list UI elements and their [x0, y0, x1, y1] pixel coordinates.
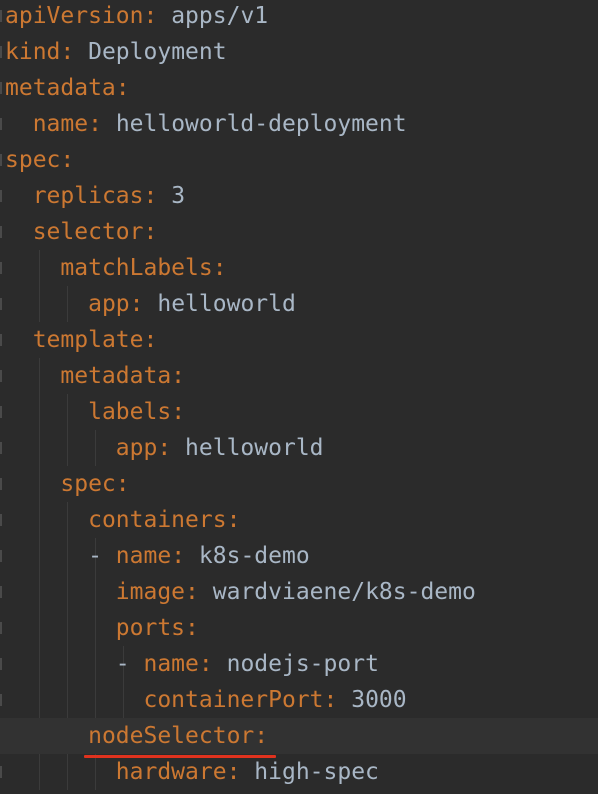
key-colon: :: [143, 3, 158, 29]
yaml-value: nodejs-port: [226, 651, 379, 677]
yaml-key: labels: [88, 399, 172, 425]
yaml-key: name: [115, 543, 172, 569]
key-colon: :: [171, 543, 186, 569]
code-line[interactable]: metadata:: [0, 70, 598, 106]
key-colon: :: [185, 579, 199, 605]
code-line[interactable]: replicas: 3: [0, 178, 598, 214]
code-line[interactable]: apiVersion: apps/v1: [0, 0, 598, 34]
yaml-key: name: [32, 111, 89, 137]
yaml-key: apiVersion: [5, 3, 144, 29]
code-line[interactable]: app: helloworld: [0, 286, 598, 322]
key-colon: :: [198, 651, 213, 677]
key-colon: :: [171, 363, 186, 389]
yaml-code-editor[interactable]: apiVersion: apps/v1 kind: Deployment metad…: [0, 0, 598, 794]
yaml-key: matchLabels: [60, 255, 213, 281]
yaml-value: helloworld-deployment: [115, 111, 407, 137]
error-underline: [84, 755, 276, 758]
yaml-key: selector: [32, 219, 144, 245]
code-line[interactable]: nodeSelector:: [0, 718, 598, 754]
key-colon: :: [226, 759, 241, 785]
yaml-key: image: [115, 579, 186, 605]
key-colon: :: [143, 327, 158, 353]
yaml-key: replicas: [32, 183, 144, 209]
code-line[interactable]: metadata:: [0, 358, 598, 394]
code-line[interactable]: containers:: [0, 502, 598, 538]
key-colon: :: [115, 75, 130, 101]
key-colon: :: [212, 255, 227, 281]
yaml-key: ports: [115, 615, 186, 641]
yaml-value: 3000: [351, 687, 407, 713]
yaml-value: 3: [171, 183, 186, 209]
code-line[interactable]: app: helloworld: [0, 430, 598, 466]
key-colon: :: [60, 147, 75, 173]
yaml-value: wardviaene/k8s-demo: [212, 579, 476, 605]
code-line[interactable]: - name: nodejs-port: [0, 646, 598, 682]
key-colon: :: [143, 183, 158, 209]
yaml-key: name: [143, 651, 199, 677]
key-colon: :: [129, 291, 144, 317]
key-colon: :: [254, 723, 269, 749]
key-colon: :: [60, 39, 75, 65]
list-dash: -: [115, 651, 144, 677]
yaml-key: kind: [5, 39, 61, 65]
yaml-key: app: [88, 291, 130, 317]
key-colon: :: [157, 435, 172, 461]
yaml-key: hardware: [115, 759, 227, 785]
yaml-key: metadata: [5, 75, 116, 101]
code-line[interactable]: spec:: [0, 466, 598, 502]
key-colon: :: [323, 687, 338, 713]
code-line[interactable]: spec:: [0, 142, 598, 178]
yaml-value: helloworld: [185, 435, 324, 461]
key-colon: :: [115, 471, 130, 497]
code-line[interactable]: ports:: [0, 610, 598, 646]
code-line[interactable]: labels:: [0, 394, 598, 430]
code-line[interactable]: containerPort: 3000: [0, 682, 598, 718]
yaml-key: spec: [60, 471, 116, 497]
code-line[interactable]: name: helloworld-deployment: [0, 106, 598, 142]
code-line[interactable]: matchLabels:: [0, 250, 598, 286]
yaml-key: app: [115, 435, 158, 461]
code-line[interactable]: - name: k8s-demo: [0, 538, 598, 574]
key-colon: :: [171, 399, 186, 425]
yaml-key: template: [32, 327, 144, 353]
key-colon: :: [143, 219, 158, 245]
yaml-key: metadata: [60, 363, 172, 389]
yaml-key: nodeSelector: [88, 723, 255, 749]
yaml-key: spec: [5, 147, 61, 173]
yaml-value: high-spec: [254, 759, 379, 785]
code-line[interactable]: selector:: [0, 214, 598, 250]
yaml-key: containerPort: [143, 687, 324, 713]
code-line[interactable]: kind: Deployment: [0, 34, 598, 70]
key-colon: :: [226, 507, 241, 533]
code-line[interactable]: template:: [0, 322, 598, 358]
key-colon: :: [185, 615, 199, 641]
code-line[interactable]: image: wardviaene/k8s-demo: [0, 574, 598, 610]
yaml-value: helloworld: [157, 291, 296, 317]
yaml-key: containers: [88, 507, 227, 533]
yaml-value: apps/v1: [171, 3, 269, 29]
key-colon: :: [88, 111, 102, 137]
yaml-value: k8s-demo: [198, 543, 310, 569]
yaml-value: Deployment: [88, 39, 227, 65]
code-line[interactable]: hardware: high-spec: [0, 754, 598, 790]
list-dash: -: [88, 543, 116, 569]
